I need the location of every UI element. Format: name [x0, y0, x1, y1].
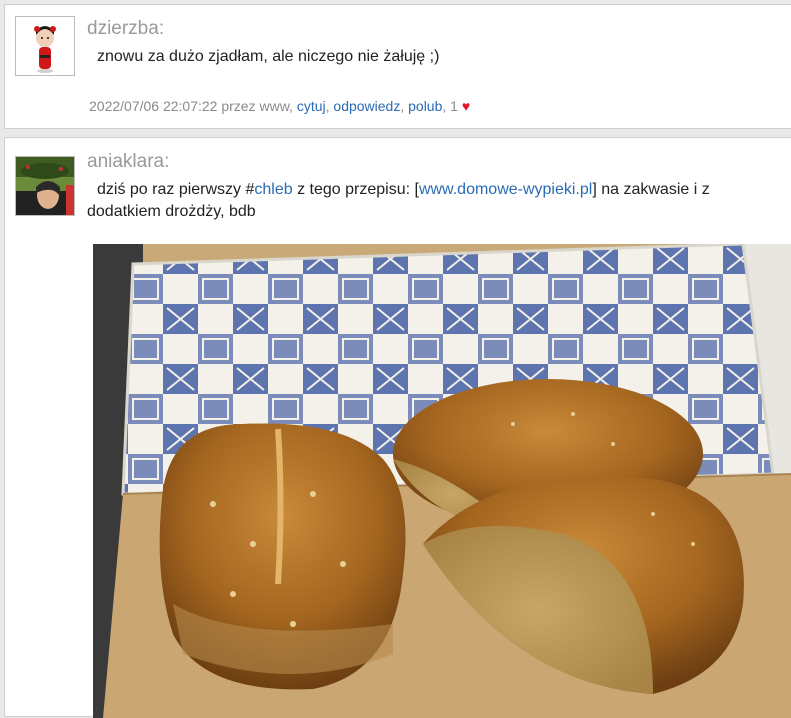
- comment-meta: 2022/07/06 22:07:22 przez www, cytuj, od…: [89, 98, 471, 114]
- author-name[interactable]: aniaklara:: [87, 151, 169, 173]
- recipe-link[interactable]: www.domowe-wypieki.pl: [419, 181, 592, 198]
- heart-icon: ♥: [461, 98, 471, 114]
- user-photo-avatar: [16, 157, 74, 215]
- like-link[interactable]: polub: [408, 98, 442, 114]
- comment-post: dzierzba: znowu za dużo zjadłam, ale nic…: [4, 4, 791, 129]
- timestamp: 2022/07/06 22:07:22: [89, 98, 218, 114]
- avatar[interactable]: [15, 16, 75, 76]
- doll-avatar-image: [16, 17, 74, 75]
- by-user: www: [259, 98, 290, 114]
- bread-photo[interactable]: [93, 244, 791, 718]
- comment-post: aniaklara: dziś po raz pierwszy #chleb z…: [4, 137, 791, 718]
- author-name[interactable]: dzierzba:: [87, 18, 164, 40]
- like-count: 1: [450, 98, 458, 114]
- quote-link[interactable]: cytuj: [297, 98, 326, 114]
- text-segment: z tego przepisu: [: [292, 181, 419, 198]
- reply-link[interactable]: odpowiedz: [333, 98, 400, 114]
- avatar[interactable]: [15, 156, 75, 216]
- text-segment: dziś po raz pierwszy #: [97, 181, 255, 198]
- bread-photo-image: [93, 244, 791, 718]
- hashtag-link[interactable]: chleb: [254, 181, 292, 198]
- by-prefix: przez: [221, 98, 256, 114]
- comment-text: znowu za dużo zjadłam, ale niczego nie ż…: [97, 48, 440, 65]
- comment-text: dziś po raz pierwszy #chleb z tego przep…: [87, 179, 751, 223]
